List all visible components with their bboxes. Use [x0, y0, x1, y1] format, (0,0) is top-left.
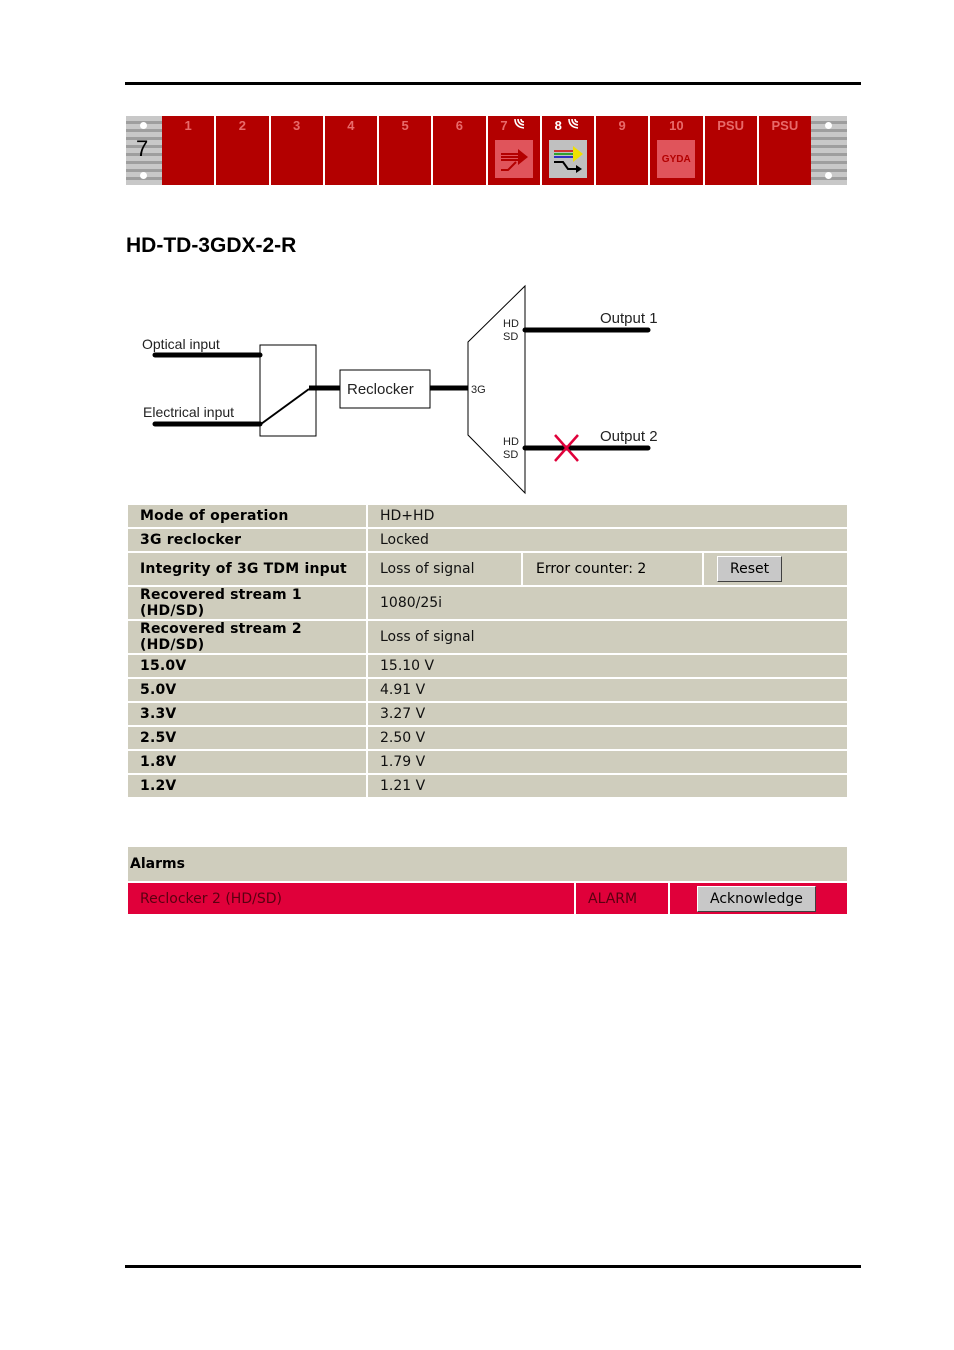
status-value: Loss of signal: [368, 553, 521, 585]
slot-label: 3: [293, 118, 301, 133]
slot-6[interactable]: 6: [433, 116, 486, 185]
wireless-icon: [564, 118, 581, 133]
status-value: HD+HD: [368, 505, 847, 527]
mount-hole-icon: [825, 172, 832, 179]
alarm-state: ALARM: [576, 883, 668, 914]
demux-input-label: 3G: [471, 384, 486, 396]
acknowledge-button[interactable]: Acknowledge: [697, 885, 816, 912]
reset-cell: Reset: [704, 553, 847, 585]
slot-label: 5: [401, 118, 409, 133]
frame-left-end: 7: [126, 116, 162, 185]
port2-hd-label: HD: [503, 436, 519, 448]
slot-3[interactable]: 3: [270, 116, 323, 185]
voltage-value: 1.21 V: [368, 775, 847, 797]
slot-8[interactable]: 8: [540, 115, 596, 186]
status-value: 1080/25i: [368, 587, 847, 619]
electrical-input-label: Electrical input: [143, 404, 234, 420]
voltage-row: 5.0V 4.91 V: [128, 679, 847, 701]
voltage-value: 4.91 V: [368, 679, 847, 701]
error-counter: Error counter: 2: [523, 553, 702, 585]
module-title: HD-TD-3GDX-2-R: [126, 234, 297, 257]
alarms-table: Alarms Reclocker 2 (HD/SD) ALARM Acknowl…: [128, 847, 847, 914]
slot-label: 1: [184, 118, 192, 133]
voltage-row: 3.3V 3.27 V: [128, 703, 847, 725]
voltage-label: 15.0V: [128, 655, 366, 677]
slot-7[interactable]: 7: [487, 116, 540, 185]
alarm-name: Reclocker 2 (HD/SD): [128, 883, 574, 914]
demux-colored-icon[interactable]: [548, 140, 587, 178]
frame-rack: 7 1 2 3 4 5 6 7 8 9 10 GYDA PSU PSU: [126, 115, 847, 186]
signal-flow-diagram: Optical input Electrical input Reclocker…: [142, 284, 658, 495]
arrow-merge-icon[interactable]: [494, 140, 533, 178]
slot-label: 8: [554, 118, 562, 133]
slot-label: 10: [669, 118, 684, 133]
status-label: 3G reclocker: [128, 529, 366, 551]
reclocker-label: Reclocker: [347, 381, 414, 398]
voltage-row: 1.2V 1.21 V: [128, 775, 847, 797]
voltage-value: 2.50 V: [368, 727, 847, 749]
status-table: Mode of operation HD+HD 3G reclocker Loc…: [128, 505, 847, 799]
voltage-label: 5.0V: [128, 679, 366, 701]
slot-label: PSU: [771, 118, 799, 133]
status-row-mode: Mode of operation HD+HD: [128, 505, 847, 527]
slot-9[interactable]: 9: [596, 116, 649, 185]
voltage-value: 1.79 V: [368, 751, 847, 773]
frame-slots: 1 2 3 4 5 6 7 8 9 10 GYDA PSU PSU: [162, 115, 811, 186]
reset-button[interactable]: Reset: [717, 556, 783, 582]
voltage-label: 3.3V: [128, 703, 366, 725]
mount-hole-icon: [140, 172, 147, 179]
slot-label: PSU: [717, 118, 744, 133]
status-label: Integrity of 3G TDM input: [128, 553, 366, 585]
slot-label: 9: [618, 118, 626, 133]
voltage-value: 3.27 V: [368, 703, 847, 725]
alarms-header: Alarms: [128, 847, 847, 881]
status-value: Locked: [368, 529, 847, 551]
slot-4[interactable]: 4: [324, 116, 377, 185]
wireless-icon: [510, 118, 527, 133]
input-switch-lever: [260, 388, 310, 425]
voltage-label: 2.5V: [128, 727, 366, 749]
status-row-stream2: Recovered stream 2 (HD/SD) Loss of signa…: [128, 621, 847, 653]
voltage-label: 1.2V: [128, 775, 366, 797]
output2-label: Output 2: [600, 428, 658, 445]
optical-input-label: Optical input: [142, 336, 220, 352]
frame-number: 7: [136, 136, 149, 161]
slot-label-wrap: 8: [542, 118, 594, 133]
status-row-stream1: Recovered stream 1 (HD/SD) 1080/25i: [128, 587, 847, 619]
mount-hole-icon: [140, 122, 147, 129]
status-row-integrity: Integrity of 3G TDM input Loss of signal…: [128, 553, 847, 585]
alarm-row: Reclocker 2 (HD/SD) ALARM Acknowledge: [128, 883, 847, 914]
voltage-row: 15.0V 15.10 V: [128, 655, 847, 677]
slot-2[interactable]: 2: [216, 116, 269, 185]
header-rule: [125, 82, 861, 85]
status-label: Recovered stream 2 (HD/SD): [128, 621, 366, 653]
output1-label: Output 1: [600, 310, 658, 327]
status-value: Loss of signal: [368, 621, 847, 653]
voltage-row: 2.5V 2.50 V: [128, 727, 847, 749]
status-row-reclocker: 3G reclocker Locked: [128, 529, 847, 551]
port1-sd-label: SD: [503, 331, 518, 343]
slot-5[interactable]: 5: [379, 116, 432, 185]
voltage-row: 1.8V 1.79 V: [128, 751, 847, 773]
slot-psu-2[interactable]: PSU: [758, 116, 811, 185]
frame-right-end: [811, 116, 847, 185]
port2-sd-label: SD: [503, 449, 518, 461]
voltage-value: 15.10 V: [368, 655, 847, 677]
slot-label: 4: [347, 118, 355, 133]
gyda-logo-icon[interactable]: GYDA: [657, 140, 696, 178]
slot-label: 7: [500, 118, 508, 133]
footer-rule: [125, 1265, 861, 1268]
voltage-label: 1.8V: [128, 751, 366, 773]
status-label: Recovered stream 1 (HD/SD): [128, 587, 366, 619]
alarm-action-cell: Acknowledge: [670, 883, 847, 914]
slot-1[interactable]: 1: [162, 116, 215, 185]
slot-label: 2: [238, 118, 246, 133]
status-label: Mode of operation: [128, 505, 366, 527]
slot-psu-1[interactable]: PSU: [704, 116, 757, 185]
port1-hd-label: HD: [503, 318, 519, 330]
mount-hole-icon: [825, 122, 832, 129]
slot-10[interactable]: 10 GYDA: [650, 116, 703, 185]
slot-label: 6: [455, 118, 463, 133]
slot-label-wrap: 7: [488, 118, 540, 133]
